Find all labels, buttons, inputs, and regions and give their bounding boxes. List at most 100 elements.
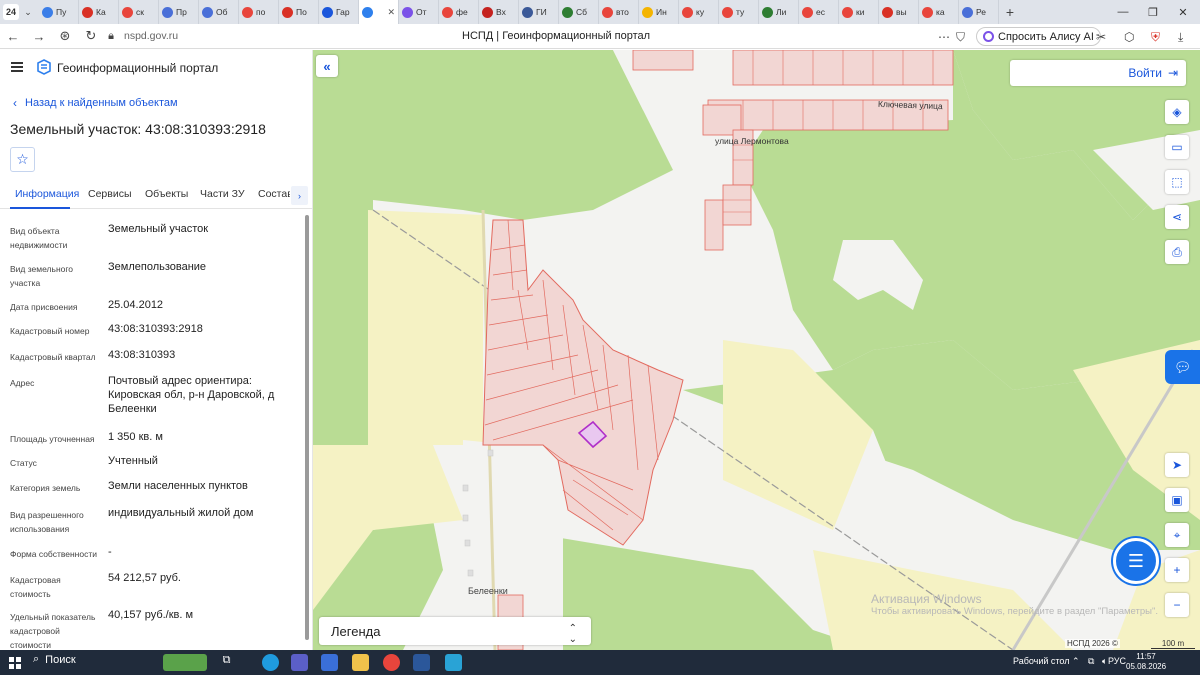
info-tabs: Информация Сервисы Объекты Части ЗУ Сост… (0, 183, 313, 209)
layers-icon[interactable]: ◈ (1165, 100, 1189, 124)
browser-tab[interactable]: ес (799, 0, 839, 24)
browser-tab[interactable]: Пу (39, 0, 79, 24)
browser-tab[interactable]: фе (439, 0, 479, 24)
search-location-icon[interactable]: ⌖ (1165, 523, 1189, 547)
word-icon[interactable] (413, 654, 430, 671)
tab-favicon-icon (122, 6, 133, 18)
minimize-icon[interactable]: — (1108, 0, 1138, 24)
close-tab-icon[interactable]: ✕ (387, 7, 395, 18)
browser-tab[interactable]: вы (879, 0, 919, 24)
edge-icon[interactable] (262, 654, 279, 671)
minimap-icon[interactable]: ▣ (1165, 488, 1189, 512)
browser-tab[interactable]: вто (599, 0, 639, 24)
more-icon[interactable]: ⋯ (938, 30, 950, 44)
browser-tab[interactable]: ГИ (519, 0, 559, 24)
tools-icon[interactable]: ✂ (1096, 30, 1106, 44)
page-title: НСПД | Геоинформационный портал (462, 30, 651, 42)
menu-icon[interactable] (11, 62, 23, 72)
new-tab-plus-icon[interactable]: + (999, 4, 1021, 20)
app-store-icon[interactable] (291, 654, 308, 671)
back-arrow-icon[interactable]: ← (0, 29, 26, 44)
feedback-chat-icon[interactable]: 💬︎ (1165, 350, 1200, 384)
forward-arrow-icon[interactable]: → (26, 29, 52, 44)
tabs-scroll-right-icon[interactable]: › (291, 186, 308, 205)
browser-tab[interactable]: по (239, 0, 279, 24)
protect-icon[interactable]: ⊛ (52, 28, 78, 44)
login-button[interactable]: Войти ⇥ (1010, 60, 1186, 86)
browser-tab[interactable]: Гар (319, 0, 359, 24)
tab-objects[interactable]: Объекты (145, 188, 188, 200)
back-to-results-link[interactable]: ‹ Назад к найденным объектам (13, 96, 178, 110)
url-field[interactable]: nspd.gov.ru (124, 30, 178, 42)
browser-tab[interactable]: От (399, 0, 439, 24)
legend-dropdown[interactable]: Легенда ⌃ ⌄ (319, 617, 591, 645)
calendar-app-icon[interactable] (321, 654, 338, 671)
print-icon[interactable]: ⎙ (1165, 240, 1189, 264)
map-canvas[interactable]: Ключевая улица улица Лермонтова Белеенки… (313, 50, 1200, 650)
star-icon: ☆ (16, 151, 29, 167)
browser-tab[interactable]: По (279, 0, 319, 24)
assistant-chat-button[interactable]: ☰ (1113, 538, 1159, 584)
bookmark-icon[interactable]: ⛉ (956, 30, 965, 45)
tab-information[interactable]: Информация (15, 188, 79, 200)
taskbar-clock[interactable]: 11:57 05.08.2026 (1126, 652, 1166, 672)
browser-tab[interactable]: Пр (159, 0, 199, 24)
zoom-in-button[interactable]: + (1165, 558, 1189, 582)
file-explorer-icon[interactable] (352, 654, 369, 671)
tab-label: ту (736, 7, 745, 17)
ask-alice-button[interactable]: Спросить Алису AI (976, 27, 1101, 46)
maximize-icon[interactable]: ❐ (1138, 0, 1168, 24)
tab-composition[interactable]: Состав (258, 188, 290, 200)
desktop-label[interactable]: Рабочий стол (1013, 656, 1070, 666)
browser-tab[interactable]: ку (679, 0, 719, 24)
app-cube-icon[interactable] (445, 654, 462, 671)
lock-icon[interactable]: 🔒︎ (104, 30, 118, 43)
tab-list-chevron-icon[interactable]: ⌄ (21, 7, 35, 18)
browser-tab[interactable]: Ли (759, 0, 799, 24)
geolocation-icon[interactable]: ➤ (1165, 453, 1189, 477)
browser-tab[interactable]: ✕ (359, 0, 399, 24)
select-area-icon[interactable]: ⬚ (1165, 170, 1189, 194)
reload-icon[interactable]: ↻ (78, 28, 104, 44)
map-scale: 100 m (1151, 639, 1195, 649)
portal-logo-icon (37, 59, 51, 75)
close-window-icon[interactable]: ✕ (1168, 0, 1198, 24)
tab-services[interactable]: Сервисы (88, 188, 132, 200)
browser-tab[interactable]: Ин (639, 0, 679, 24)
collapse-sidebar-button[interactable]: « (316, 55, 338, 77)
tab-count-badge[interactable]: 24 (3, 4, 19, 20)
extensions-icon[interactable]: ⬡ (1124, 30, 1134, 44)
sidebar-scrollbar[interactable] (304, 215, 310, 650)
share-icon[interactable]: ⋖ (1165, 205, 1189, 229)
browser-tab[interactable]: ск (119, 0, 159, 24)
browser-tab[interactable]: ка (919, 0, 959, 24)
browser-tab[interactable]: Вх (479, 0, 519, 24)
browser-tab[interactable]: ки (839, 0, 879, 24)
browser-tab[interactable]: Сб (559, 0, 599, 24)
volume-icon[interactable]: 🔈︎ (1102, 656, 1107, 667)
network-icon[interactable]: ⧉ (1088, 656, 1094, 667)
extension-shield-icon[interactable]: ⛨ (1151, 30, 1160, 45)
tab-label: ка (936, 7, 945, 17)
ruler-icon[interactable]: ▭ (1165, 135, 1189, 159)
lang-indicator[interactable]: РУС (1108, 656, 1126, 666)
download-icon[interactable]: ⤓ (1178, 30, 1183, 45)
search-highlight-image[interactable] (163, 654, 207, 671)
tab-favicon-icon (322, 6, 333, 18)
tab-parts[interactable]: Части ЗУ (200, 188, 245, 200)
favorite-star-button[interactable]: ☆ (10, 147, 35, 172)
yandex-browser-icon[interactable] (383, 654, 400, 671)
tab-favicon-icon (442, 6, 453, 18)
browser-tab[interactable]: Ка (79, 0, 119, 24)
tab-favicon-icon (562, 6, 573, 18)
task-view-icon[interactable]: ⧉ (218, 654, 235, 671)
windows-start-icon[interactable] (9, 656, 21, 669)
taskbar-search[interactable]: ⌕ Поиск (33, 653, 76, 666)
zoom-out-button[interactable]: − (1165, 593, 1189, 617)
tab-favicon-icon (402, 6, 413, 18)
browser-tab[interactable]: ту (719, 0, 759, 24)
tray-chevron-icon[interactable]: ⌃ (1072, 656, 1080, 667)
scrollbar-thumb[interactable] (305, 215, 309, 640)
browser-tab[interactable]: Ре (959, 0, 999, 24)
browser-tab[interactable]: Об (199, 0, 239, 24)
